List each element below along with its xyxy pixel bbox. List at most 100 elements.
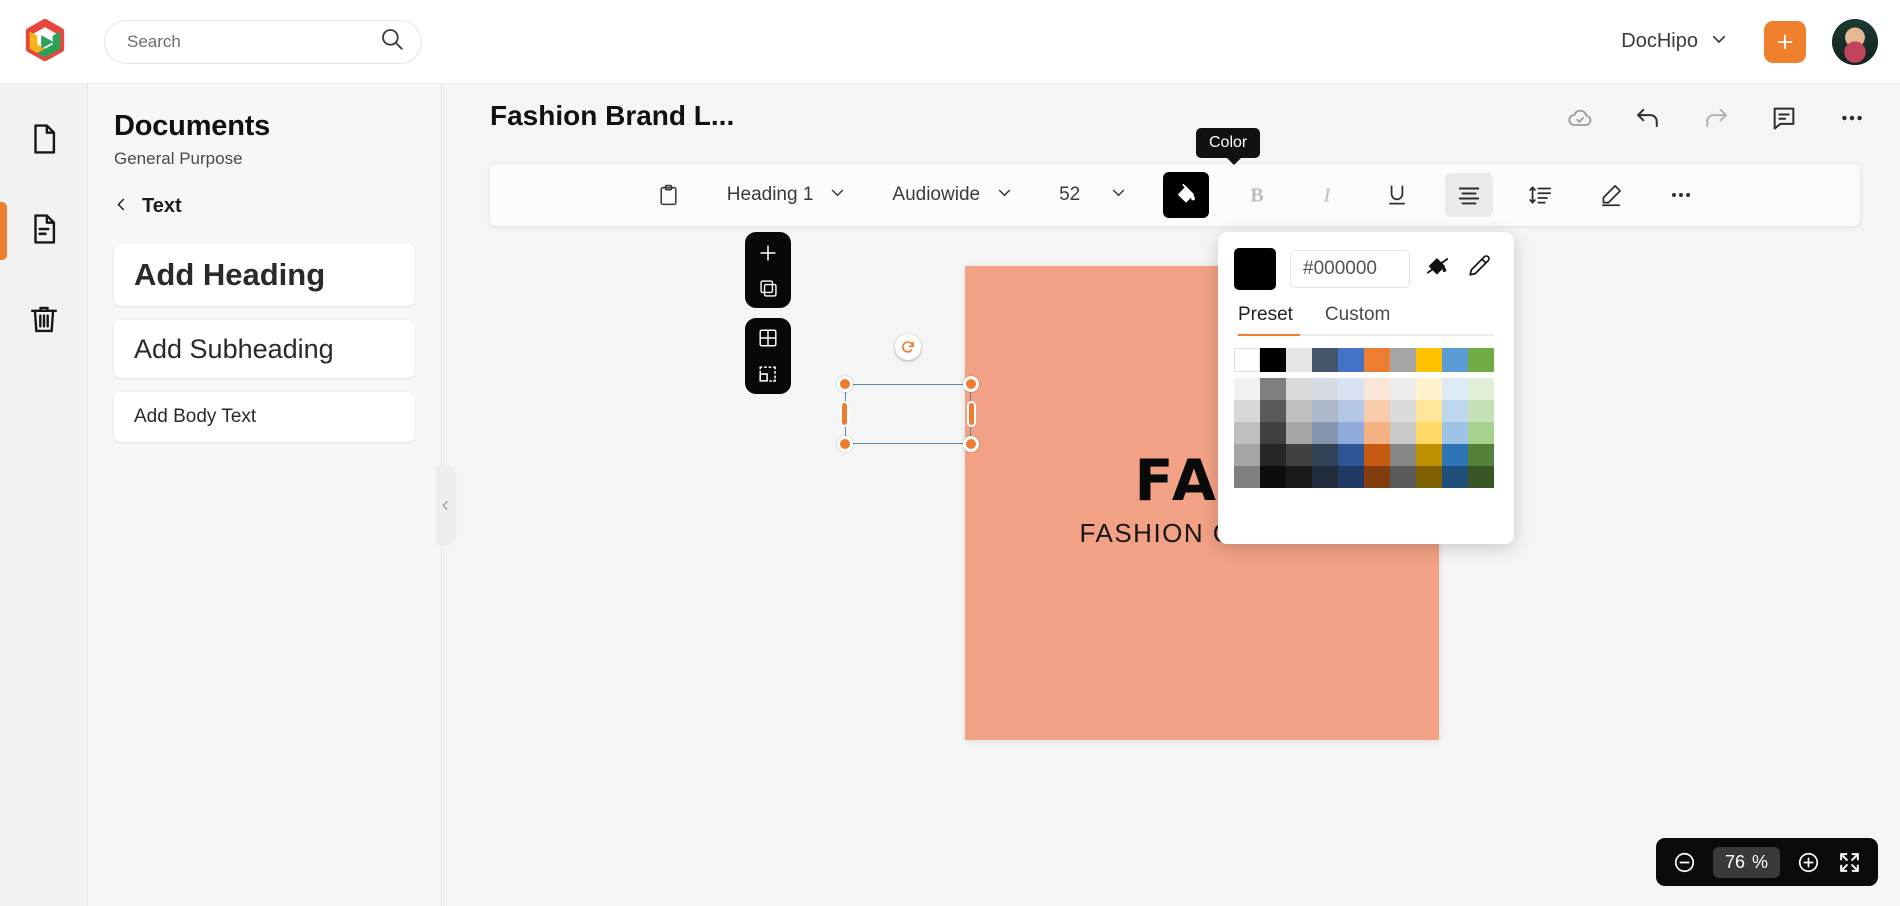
color-swatch[interactable] [1442,444,1468,466]
color-swatch[interactable] [1286,400,1312,422]
zoom-in-icon[interactable] [1796,850,1821,875]
color-swatch[interactable] [1468,444,1494,466]
comment-icon[interactable] [1770,104,1798,137]
color-swatch[interactable] [1338,348,1364,372]
color-swatch[interactable] [1338,422,1364,444]
fullscreen-icon[interactable] [1837,850,1862,875]
resize-handle-top-right[interactable] [963,376,979,392]
color-swatch[interactable] [1234,348,1260,372]
dochipo-logo-icon[interactable] [22,18,68,65]
color-swatch[interactable] [1416,466,1442,488]
resize-handle-bottom-right[interactable] [963,436,979,452]
avatar[interactable] [1832,18,1878,65]
clipboard-icon[interactable] [647,173,691,217]
color-swatch[interactable] [1364,422,1390,444]
color-swatch[interactable] [1234,422,1260,444]
text-style-dropdown[interactable]: Heading 1 [717,173,857,217]
resize-handle-top-left[interactable] [837,376,853,392]
selection-box[interactable] [837,334,979,452]
panel-back-button[interactable]: Text [114,195,441,218]
color-swatch[interactable] [1286,422,1312,444]
add-element-icon[interactable] [757,242,779,264]
bold-button[interactable]: B [1235,173,1279,217]
color-swatch[interactable] [1364,466,1390,488]
color-swatch[interactable] [1390,378,1416,400]
color-swatch[interactable] [1260,422,1286,444]
more-horizontal-icon[interactable] [1838,104,1866,137]
color-swatch[interactable] [1416,400,1442,422]
current-color-swatch[interactable] [1234,248,1276,290]
color-swatch[interactable] [1390,466,1416,488]
color-swatch[interactable] [1416,378,1442,400]
more-options-button[interactable] [1659,173,1703,217]
color-swatch[interactable] [1260,444,1286,466]
color-swatch[interactable] [1234,378,1260,400]
color-swatch[interactable] [1312,466,1338,488]
underline-button[interactable] [1375,173,1419,217]
color-swatch[interactable] [1442,400,1468,422]
color-swatch[interactable] [1468,378,1494,400]
color-swatch[interactable] [1442,422,1468,444]
font-family-dropdown[interactable]: Audiowide [882,173,1023,217]
color-swatch[interactable] [1390,348,1416,372]
color-swatch[interactable] [1338,400,1364,422]
canvas-area[interactable]: FAB FASHION OUTLET [442,226,1900,906]
color-swatch[interactable] [1468,466,1494,488]
rotate-handle-icon[interactable] [895,334,921,360]
color-swatch[interactable] [1364,444,1390,466]
line-height-button[interactable] [1519,173,1563,217]
color-swatch[interactable] [1364,378,1390,400]
color-swatch[interactable] [1260,348,1286,372]
grid-icon[interactable] [757,327,779,349]
color-swatch[interactable] [1338,444,1364,466]
color-swatch[interactable] [1312,348,1338,372]
color-swatch[interactable] [1442,348,1468,372]
color-swatch[interactable] [1364,400,1390,422]
sidebar-item-trash[interactable] [0,276,88,366]
color-swatch[interactable] [1364,348,1390,372]
color-swatch[interactable] [1286,378,1312,400]
color-swatch[interactable] [1312,378,1338,400]
font-size-dropdown[interactable]: 52 [1049,173,1137,217]
color-swatch[interactable] [1286,444,1312,466]
color-swatch[interactable] [1468,400,1494,422]
cloud-saved-icon[interactable] [1566,104,1594,137]
color-swatch[interactable] [1416,422,1442,444]
zoom-out-icon[interactable] [1672,850,1697,875]
color-swatch[interactable] [1234,400,1260,422]
panel-collapse-handle[interactable] [436,466,454,544]
sidebar-item-document[interactable] [0,186,88,276]
color-swatch[interactable] [1390,400,1416,422]
duplicate-icon[interactable] [758,278,779,299]
color-swatch[interactable] [1312,422,1338,444]
undo-icon[interactable] [1634,104,1662,137]
color-swatch[interactable] [1338,378,1364,400]
color-swatch[interactable] [1442,466,1468,488]
create-new-button[interactable] [1764,20,1806,63]
color-swatch[interactable] [1312,444,1338,466]
search-box[interactable] [104,19,422,64]
search-input[interactable] [127,31,379,52]
color-swatch[interactable] [1260,378,1286,400]
sidebar-item-pages[interactable] [0,96,88,186]
color-swatch[interactable] [1468,348,1494,372]
color-swatch[interactable] [1338,466,1364,488]
color-swatch[interactable] [1442,378,1468,400]
list-item[interactable]: Add Subheading [114,320,415,378]
resize-handle-left[interactable] [840,401,849,427]
search-icon[interactable] [379,26,405,57]
highlighter-button[interactable] [1589,173,1633,217]
zoom-level[interactable]: 76 % [1712,846,1780,878]
color-swatch[interactable] [1260,466,1286,488]
color-swatch[interactable] [1260,400,1286,422]
tab-preset[interactable]: Preset [1238,304,1293,336]
tab-custom[interactable]: Custom [1325,304,1390,336]
document-title[interactable]: Fashion Brand L... [490,100,734,132]
resize-handle-right[interactable] [967,401,976,427]
color-swatch[interactable] [1416,444,1442,466]
color-swatch[interactable] [1390,422,1416,444]
color-swatch[interactable] [1286,466,1312,488]
color-swatch[interactable] [1416,348,1442,372]
align-center-button[interactable] [1445,173,1494,217]
hex-input[interactable] [1290,250,1410,288]
